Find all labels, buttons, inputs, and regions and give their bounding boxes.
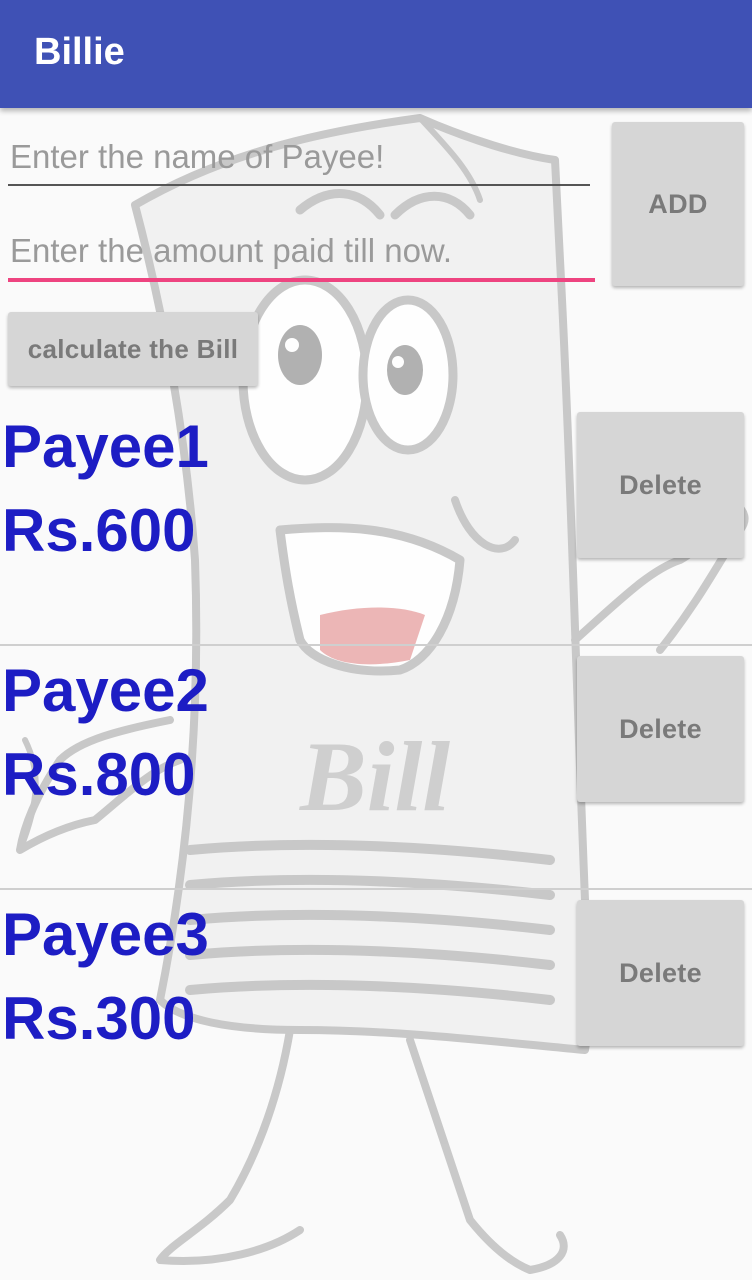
calculate-bill-button[interactable]: calculate the Bill — [8, 312, 258, 386]
payee-name: Payee3 — [2, 901, 209, 968]
payee-amount: Rs.600 — [2, 497, 196, 564]
app-title: Billie — [34, 31, 125, 73]
add-button[interactable]: ADD — [612, 122, 744, 286]
payee-name: Payee1 — [2, 413, 209, 480]
app-bar: Billie — [0, 0, 752, 108]
payee-row: Payee1 Rs.600 Delete — [0, 402, 752, 646]
screen: Bill Billie ADD calculate the Bill Payee… — [0, 0, 752, 1280]
amount-paid-input[interactable] — [8, 228, 595, 282]
delete-button[interactable]: Delete — [577, 412, 744, 558]
payee-name: Payee2 — [2, 657, 209, 724]
payee-amount: Rs.800 — [2, 741, 196, 808]
payee-list: Payee1 Rs.600 Delete Payee2 Rs.800 Delet… — [0, 402, 752, 1134]
payee-row: Payee2 Rs.800 Delete — [0, 646, 752, 890]
delete-button[interactable]: Delete — [577, 656, 744, 802]
payee-row: Payee3 Rs.300 Delete — [0, 890, 752, 1134]
payee-name-input[interactable] — [8, 134, 590, 186]
delete-button[interactable]: Delete — [577, 900, 744, 1046]
payee-amount: Rs.300 — [2, 985, 196, 1052]
